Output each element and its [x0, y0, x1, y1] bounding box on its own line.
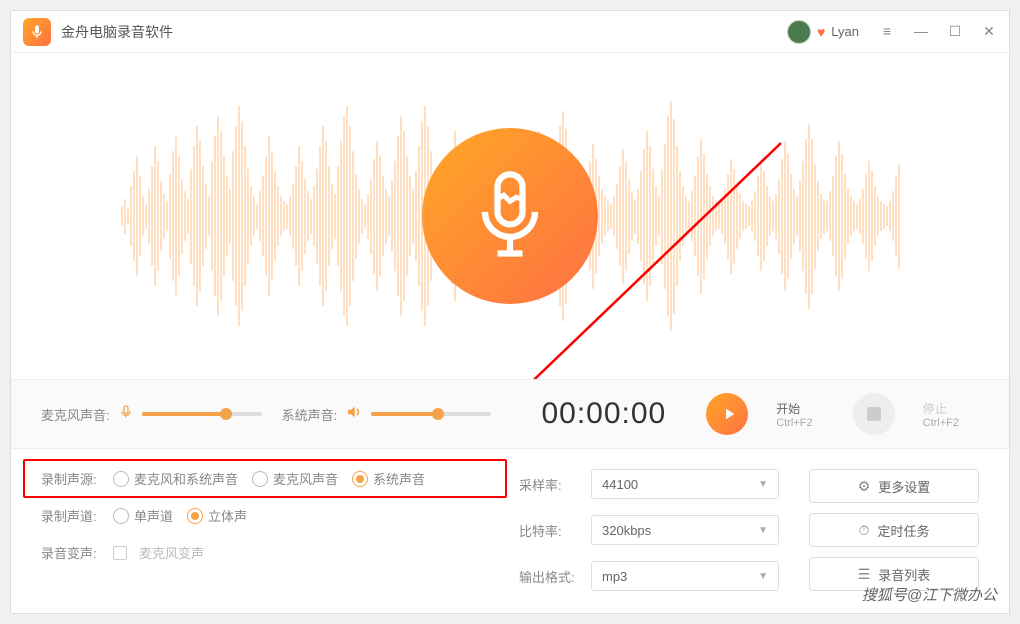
radio-label: 麦克风声音: [273, 469, 338, 488]
maximize-icon[interactable]: ☐: [947, 23, 963, 40]
source-label: 录制声源:: [41, 469, 101, 488]
stop-label: 停止: [923, 400, 959, 417]
app-window: 金舟电脑录音软件 ♥ Lyan ≡ — ☐ ✕: [10, 10, 1010, 614]
system-volume-label: 系统声音:: [282, 405, 338, 424]
radio-label: 单声道: [134, 506, 173, 525]
action-buttons: ⚙ 更多设置 ⏱ 定时任务 ☰ 录音列表: [809, 469, 979, 591]
radio-option[interactable]: 单声道: [113, 506, 173, 525]
format-row: 输出格式: mp3 ▼: [519, 561, 779, 591]
format-label: 输出格式:: [519, 567, 579, 586]
stop-icon: [867, 407, 881, 421]
more-settings-label: 更多设置: [878, 477, 930, 496]
channel-label: 录制声道:: [41, 506, 101, 525]
start-recording-button[interactable]: [706, 393, 748, 435]
gear-icon: ⚙: [858, 478, 871, 495]
heart-icon: ♥: [817, 24, 825, 40]
format-options: 采样率: 44100 ▼ 比特率: 320kbps ▼ 输出格式: mp3 ▼: [519, 469, 779, 591]
app-title: 金舟电脑录音软件: [61, 22, 787, 42]
settings-panel: 录制声源: 麦克风和系统声音 麦克风声音 系统声音 录制声道: 单声道 立体声 录音变…: [11, 449, 1009, 611]
menu-icon[interactable]: ≡: [879, 23, 895, 40]
avatar: [787, 20, 811, 44]
radio-label: 立体声: [208, 506, 247, 525]
timed-tasks-label: 定时任务: [877, 521, 929, 540]
channel-radio-group: 单声道 立体声: [113, 506, 247, 525]
chevron-down-icon: ▼: [758, 525, 768, 536]
sample-rate-row: 采样率: 44100 ▼: [519, 469, 779, 499]
list-icon: ☰: [858, 566, 871, 583]
app-logo-icon: [23, 18, 51, 46]
clock-icon: ⏱: [859, 522, 870, 539]
radio-icon: [252, 471, 268, 487]
sample-rate-dropdown[interactable]: 44100 ▼: [591, 469, 779, 499]
mic-volume-label: 麦克风声音:: [41, 405, 110, 424]
recording-timer: 00:00:00: [541, 397, 666, 431]
minimize-icon[interactable]: —: [913, 23, 929, 40]
waveform-visualizer: [11, 53, 1009, 379]
titlebar: 金舟电脑录音软件 ♥ Lyan ≡ — ☐ ✕: [11, 11, 1009, 53]
chevron-down-icon: ▼: [758, 571, 768, 582]
username: Lyan: [831, 24, 859, 39]
more-settings-button[interactable]: ⚙ 更多设置: [809, 469, 979, 503]
voice-change-row: 录音变声: 麦克风变声: [41, 543, 489, 562]
channel-row: 录制声道: 单声道 立体声: [41, 506, 489, 525]
start-shortcut: Ctrl+F2: [776, 417, 812, 429]
voice-change-label: 录音变声:: [41, 543, 101, 562]
radio-label: 麦克风和系统声音: [134, 469, 238, 488]
chevron-down-icon: ▼: [758, 479, 768, 490]
voice-change-option: 麦克风变声: [139, 543, 204, 562]
timed-tasks-button[interactable]: ⏱ 定时任务: [809, 513, 979, 547]
bitrate-row: 比特率: 320kbps ▼: [519, 515, 779, 545]
stop-shortcut: Ctrl+F2: [923, 417, 959, 429]
system-volume-slider[interactable]: [371, 412, 491, 416]
format-dropdown[interactable]: mp3 ▼: [591, 561, 779, 591]
mic-volume-control: 麦克风声音:: [41, 404, 262, 425]
radio-option[interactable]: 系统声音: [352, 469, 425, 488]
radio-option[interactable]: 麦克风和系统声音: [113, 469, 238, 488]
microphone-icon: [118, 404, 134, 425]
start-label: 开始: [776, 400, 812, 417]
sample-rate-label: 采样率:: [519, 475, 579, 494]
system-volume-control: 系统声音:: [282, 403, 492, 426]
bitrate-dropdown[interactable]: 320kbps ▼: [591, 515, 779, 545]
highlighted-source-row: 录制声源: 麦克风和系统声音 麦克风声音 系统声音: [23, 459, 507, 498]
watermark-text: 搜狐号@江下微办公: [862, 584, 997, 605]
speaker-icon: [345, 403, 363, 426]
radio-icon: [187, 508, 203, 524]
audio-source-row: 录制声源: 麦克风和系统声音 麦克风声音 系统声音: [41, 469, 489, 488]
close-icon[interactable]: ✕: [981, 23, 997, 40]
window-controls: ≡ — ☐ ✕: [879, 23, 997, 40]
stop-label-group: 停止 Ctrl+F2: [923, 400, 959, 429]
format-value: mp3: [602, 569, 627, 584]
stop-recording-button[interactable]: [853, 393, 895, 435]
source-radio-group: 麦克风和系统声音 麦克风声音 系统声音: [113, 469, 425, 488]
radio-icon: [113, 508, 129, 524]
radio-option[interactable]: 麦克风声音: [252, 469, 338, 488]
start-label-group: 开始 Ctrl+F2: [776, 400, 812, 429]
radio-label: 系统声音: [373, 469, 425, 488]
sample-rate-value: 44100: [602, 477, 638, 492]
radio-icon: [113, 471, 129, 487]
radio-option[interactable]: 立体声: [187, 506, 247, 525]
user-area[interactable]: ♥ Lyan: [787, 20, 859, 44]
bitrate-label: 比特率:: [519, 521, 579, 540]
mic-volume-slider[interactable]: [142, 412, 262, 416]
recording-list-label: 录音列表: [878, 565, 930, 584]
microphone-display-icon: [422, 128, 598, 304]
recording-options: 录制声源: 麦克风和系统声音 麦克风声音 系统声音 录制声道: 单声道 立体声 录音变…: [41, 469, 489, 591]
radio-icon: [352, 471, 368, 487]
bitrate-value: 320kbps: [602, 523, 651, 538]
control-bar: 麦克风声音: 系统声音: 00:00:00 开始 Ctrl+F: [11, 379, 1009, 449]
voice-change-checkbox[interactable]: [113, 546, 127, 560]
